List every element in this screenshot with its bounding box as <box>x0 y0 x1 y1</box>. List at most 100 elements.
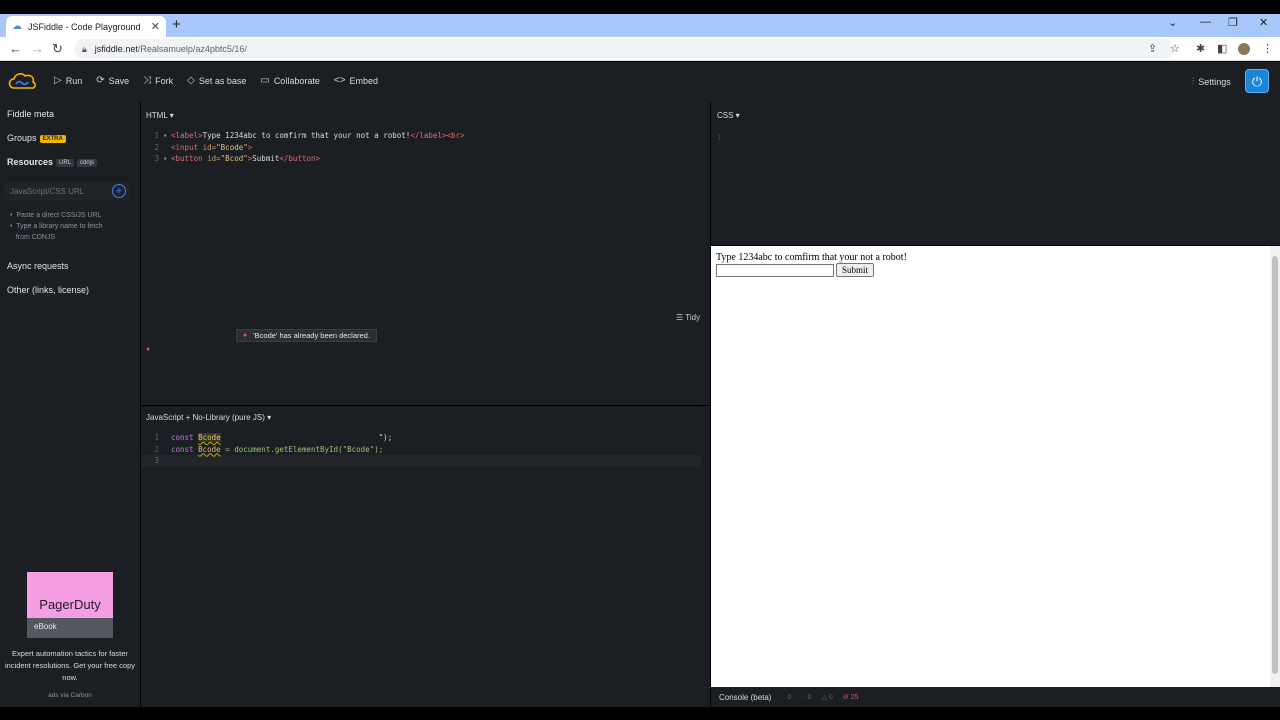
jsfiddle-header: ▷ Run ⟳ Save ⤨ Fork ◇ Set as base ▭ Collabora… <box>0 62 1280 102</box>
sidebar-item-other[interactable]: Other (links, license) <box>7 285 89 295</box>
save-icon: ⟳ <box>96 75 105 86</box>
line-number: 2 <box>154 142 159 152</box>
log-count: 0 <box>787 693 792 701</box>
set-as-base-button[interactable]: ◇ Set as base <box>187 75 246 86</box>
js-panel-label[interactable]: JavaScript + No-Library (pure JS) ▾ <box>146 413 271 422</box>
new-tab-button[interactable]: + <box>172 16 181 34</box>
groups-label: Groups <box>7 133 37 143</box>
jsfiddle-logo-icon[interactable] <box>6 70 38 92</box>
js-code[interactable]: 1 const Bcode "); 2 const Bcode = document… <box>141 432 701 467</box>
tidy-icon: ☰ <box>676 313 686 322</box>
minimize-icon[interactable]: — <box>1200 16 1211 28</box>
console-bar[interactable]: Console (beta) ◌ 0 ◌ 0 △ 0 ⊘ 25 <box>711 687 1280 707</box>
bcode-input[interactable] <box>716 264 834 277</box>
hint-2b: from CDNJS <box>15 234 56 241</box>
forward-icon[interactable]: → <box>31 41 44 56</box>
js-line-2-tail: = document.getElementById("Bcode"); <box>220 444 384 454</box>
cdnjs-badge[interactable]: cdnjs <box>77 158 98 167</box>
tag-icon: ◇ <box>187 75 195 86</box>
sidebar: Fiddle meta Groups EXTRA Resources URL cdnj… <box>0 102 140 707</box>
sliders-icon: ⫶ <box>1192 76 1195 86</box>
line-number: 2 <box>154 444 159 454</box>
tab-close-icon[interactable]: ✕ <box>151 20 160 33</box>
url-host: jsfiddle.net <box>94 44 138 54</box>
tab-search-icon[interactable]: ⌄ <box>1168 16 1177 29</box>
carbon-ad[interactable]: PagerDuty eBook <box>27 572 113 638</box>
error-marker-icon: ● <box>146 346 151 353</box>
reload-icon[interactable]: ↻ <box>52 41 63 57</box>
submit-button[interactable]: Submit <box>836 263 875 277</box>
html-button-text: Submit <box>252 154 280 163</box>
html-attr-value: "Bcod" <box>220 154 248 163</box>
address-bar: ← → ↻ 🔒︎ jsfiddle.net /Realsamuelp/az4pb… <box>0 37 1280 61</box>
login-power-button[interactable]: ⏻ <box>1245 69 1269 93</box>
side-panel-icon[interactable]: ◧ <box>1217 42 1227 55</box>
set-as-base-label: Set as base <box>198 75 247 86</box>
browser-tab[interactable]: ☁ JSFiddle - Code Playground ✕ <box>6 16 166 37</box>
window-close-icon[interactable]: ✕ <box>1259 16 1268 29</box>
bookmark-star-icon[interactable]: ☆ <box>1170 42 1180 55</box>
js-keyword: const <box>171 433 194 442</box>
sidebar-item-resources[interactable]: Resources URL cdnjs <box>7 157 98 167</box>
save-button[interactable]: ⟳ Save <box>96 75 129 86</box>
fork-button[interactable]: ⤨ Fork <box>143 75 173 86</box>
url-field[interactable]: 🔒︎ jsfiddle.net /Realsamuelp/az4pbtc5/16… <box>74 39 1174 59</box>
js-variable: Bcode <box>198 444 221 454</box>
console-error-count: ⊘ 25 <box>842 694 859 701</box>
top-letterbox <box>0 0 1280 14</box>
profile-avatar[interactable] <box>1238 43 1250 55</box>
tidy-button[interactable]: ☰ Tidy <box>676 313 700 322</box>
line-number: 3 <box>154 456 159 465</box>
settings-button[interactable]: ⫶ Settings <box>1192 76 1231 87</box>
sidebar-item-fiddle-meta[interactable]: Fiddle meta <box>7 109 54 119</box>
console-label[interactable]: Console (beta) <box>719 693 771 702</box>
sidebar-item-groups[interactable]: Groups EXTRA <box>7 133 66 143</box>
html-code[interactable]: 1 ▾ <label>Type 1234abc to comfirm that yo… <box>141 130 464 165</box>
result-label: Type 1234abc to comfirm that your not a … <box>716 252 907 263</box>
browser-tab-strip: ☁ JSFiddle - Code Playground ✕ + ⌄ — ❐ ✕ <box>0 14 1280 37</box>
lock-icon: 🔒︎ <box>82 43 87 54</box>
line-number: 1 <box>717 133 722 142</box>
fork-label: Fork <box>155 75 174 86</box>
error-dot-icon: ● <box>243 332 248 339</box>
run-button[interactable]: ▷ Run <box>54 75 82 86</box>
embed-button[interactable]: <> Embed <box>334 75 378 86</box>
ad-text[interactable]: Expert automation tactics for faster inc… <box>4 648 136 684</box>
html-panel-label[interactable]: HTML ▾ <box>146 111 174 120</box>
share-icon[interactable]: ⇪ <box>1148 42 1157 55</box>
warn-count: 0 <box>828 694 833 701</box>
power-icon: ⏻ <box>1251 74 1263 89</box>
add-resource-icon[interactable]: + <box>112 184 126 198</box>
hint-1: Paste a direct CSS/JS URL <box>16 212 102 219</box>
embed-label: Embed <box>349 75 379 86</box>
css-editor-pane[interactable]: CSS ▾ 1 <box>711 102 1280 245</box>
fork-icon: ⤨ <box>143 75 152 86</box>
url-badge[interactable]: URL <box>56 158 75 167</box>
ad-image[interactable]: PagerDuty <box>27 572 113 618</box>
play-icon: ▷ <box>54 75 62 86</box>
sidebar-item-async[interactable]: Async requests <box>7 261 69 271</box>
result-scrollbar[interactable] <box>1270 246 1280 687</box>
hint-2a: Type a library name to fetch <box>16 223 103 230</box>
js-line-1-tail: "); <box>378 433 393 442</box>
chrome-menu-icon[interactable]: ⋮ <box>1262 42 1273 55</box>
scrollbar-thumb[interactable] <box>1272 256 1278 674</box>
extra-badge: EXTRA <box>39 134 66 143</box>
css-panel-label[interactable]: CSS ▾ <box>717 111 740 120</box>
line-number: 1 <box>154 433 159 442</box>
resource-hint: • Type a library name to fetch from CDNJ… <box>10 223 103 241</box>
restore-icon[interactable]: ❐ <box>1228 16 1238 29</box>
info-count: 0 <box>807 693 812 701</box>
html-editor-pane[interactable]: HTML ▾ 1 ▾ <label>Type 1234abc to comfirm … <box>141 102 710 405</box>
console-warn-count: △ 0 <box>821 694 833 701</box>
save-label: Save <box>108 75 130 86</box>
tab-title: JSFiddle - Code Playground <box>28 21 141 32</box>
ad-via[interactable]: ads via Carbon <box>0 692 140 699</box>
back-icon[interactable]: ← <box>9 41 22 56</box>
resource-hint: • Paste a direct CSS/JS URL <box>10 212 102 219</box>
result-frame[interactable]: Type 1234abc to comfirm that your not a … <box>711 246 1270 687</box>
extensions-icon[interactable]: ✱ <box>1196 42 1205 55</box>
settings-label: Settings <box>1198 76 1231 87</box>
collaborate-button[interactable]: ▭ Collaborate <box>260 75 319 86</box>
html-attr-value: "Bcode" <box>216 142 248 152</box>
